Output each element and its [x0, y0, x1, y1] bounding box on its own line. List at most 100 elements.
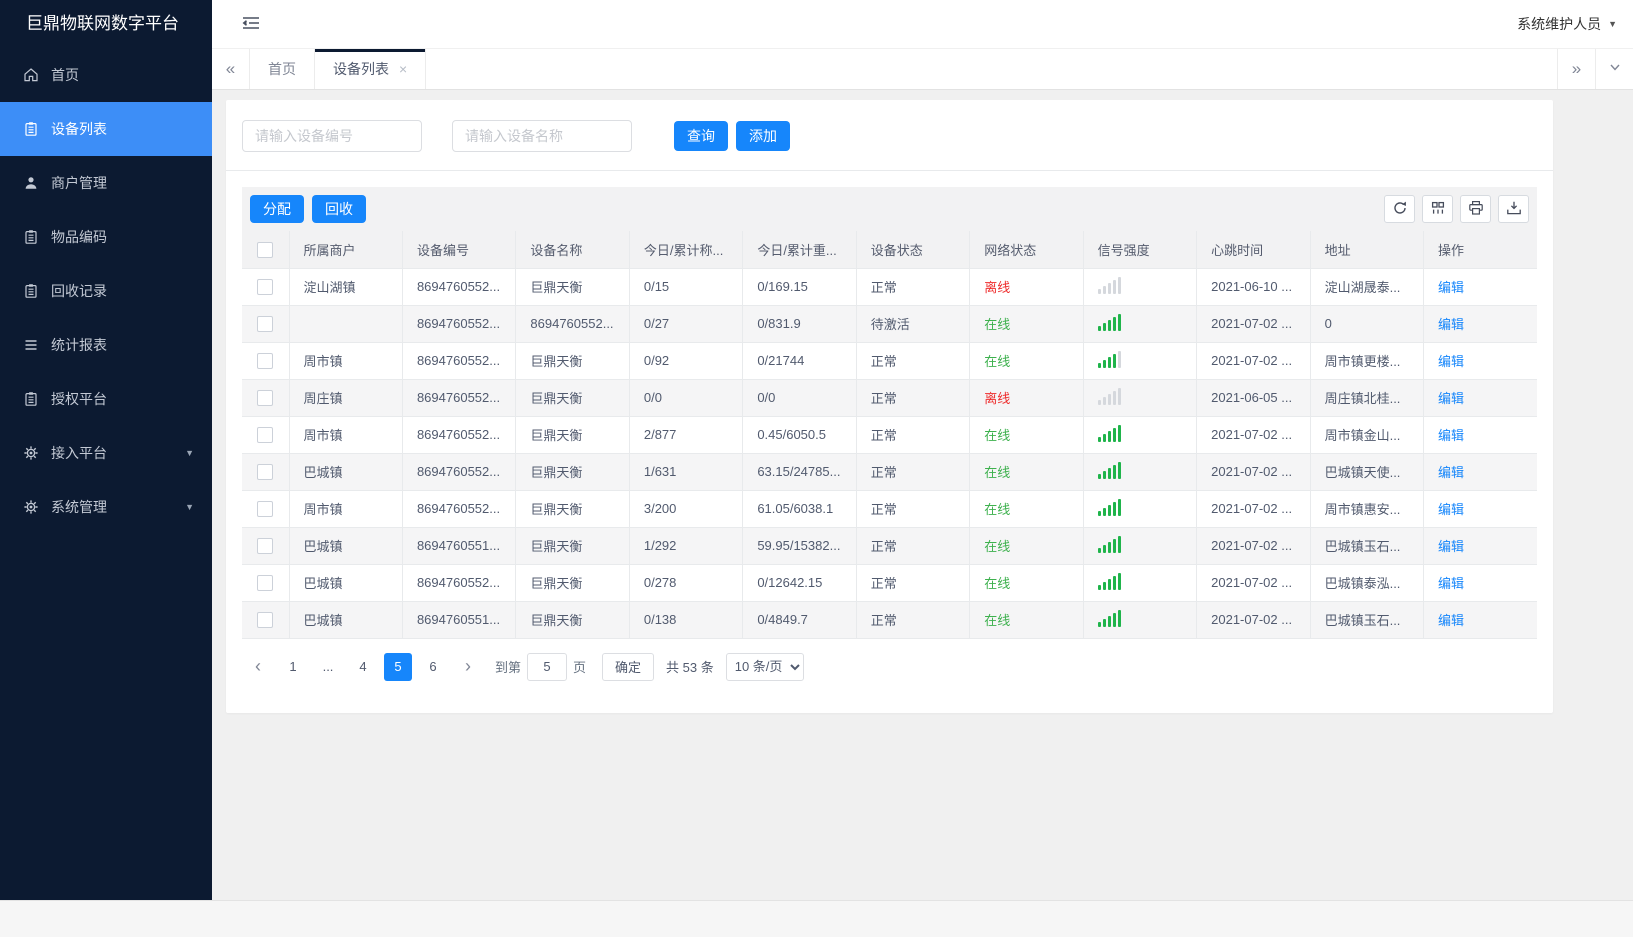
scroll-tabs-right-button[interactable]: » — [1557, 49, 1595, 89]
tab-首页[interactable]: 首页 — [250, 49, 315, 89]
page-ellipsis[interactable]: ... — [314, 653, 342, 681]
device-number-cell: 8694760552... — [402, 416, 517, 454]
horizontal-scrollbar-track[interactable] — [0, 900, 1633, 937]
device-number-cell: 8694760552... — [402, 453, 517, 491]
edit-link[interactable]: 编辑 — [1438, 502, 1464, 517]
edit-link[interactable]: 编辑 — [1438, 465, 1464, 480]
signal-strength-cell — [1083, 601, 1198, 639]
sidebar-item-merchant-management[interactable]: 商户管理 — [0, 156, 212, 210]
column-header: 设备状态 — [856, 231, 971, 269]
edit-link[interactable]: 编辑 — [1438, 613, 1464, 628]
column-settings-button[interactable] — [1422, 195, 1453, 223]
row-checkbox[interactable] — [257, 315, 274, 332]
edit-link[interactable]: 编辑 — [1438, 317, 1464, 332]
column-header: 网络状态 — [969, 231, 1084, 269]
scroll-tabs-left-button[interactable]: « — [212, 49, 250, 89]
table-toolbar: 分配 回收 — [242, 187, 1537, 231]
sidebar-item-authorization-platform[interactable]: 授权平台 — [0, 372, 212, 426]
device-number-cell: 8694760552... — [402, 305, 517, 343]
recycle-button[interactable]: 回收 — [312, 195, 366, 223]
tab-设备列表[interactable]: 设备列表 × — [315, 49, 427, 89]
action-cell: 编辑 — [1423, 601, 1537, 639]
page-button-4[interactable]: 4 — [349, 653, 377, 681]
action-cell: 编辑 — [1423, 490, 1537, 528]
row-checkbox[interactable] — [257, 278, 274, 295]
export-button[interactable] — [1498, 195, 1529, 223]
today-total-count-cell: 0/278 — [629, 564, 744, 602]
row-checkbox[interactable] — [257, 500, 274, 517]
refresh-icon — [1392, 200, 1408, 219]
double-chevron-left-icon: « — [225, 59, 236, 78]
merchant-cell: 周市镇 — [289, 416, 403, 454]
action-cell: 编辑 — [1423, 305, 1537, 343]
next-page-button[interactable]: › — [454, 653, 482, 681]
confirm-goto-button[interactable]: 确定 — [602, 652, 655, 681]
device-name-cell: 巨鼎天衡 — [515, 416, 630, 454]
edit-link[interactable]: 编辑 — [1438, 354, 1464, 369]
device-name-cell: 巨鼎天衡 — [515, 601, 630, 639]
tab-options-button[interactable] — [1595, 49, 1633, 89]
action-cell: 编辑 — [1423, 564, 1537, 602]
row-checkbox[interactable] — [257, 352, 274, 369]
pagination: ‹ 1...456 › 到第 页 确定 共 53 条 10 条/页 — [242, 639, 1537, 697]
today-total-weight-cell: 0/21744 — [742, 342, 857, 380]
today-total-count-cell: 0/0 — [629, 379, 744, 417]
row-checkbox[interactable] — [257, 389, 274, 406]
page-size-select[interactable]: 10 条/页 — [725, 652, 804, 681]
row-checkbox[interactable] — [257, 537, 274, 554]
edit-link[interactable]: 编辑 — [1438, 576, 1464, 591]
tab-label: 设备列表 — [333, 61, 389, 77]
print-button[interactable] — [1460, 195, 1491, 223]
gear-icon — [23, 499, 39, 515]
add-button[interactable]: 添加 — [736, 121, 790, 151]
columns-icon — [1430, 200, 1446, 219]
refresh-button[interactable] — [1384, 195, 1415, 223]
signal-strength-indicator — [1097, 276, 1121, 294]
edit-link[interactable]: 编辑 — [1438, 428, 1464, 443]
sidebar-item-item-code[interactable]: 物品编码 — [0, 210, 212, 264]
collapse-sidebar-button[interactable] — [242, 15, 260, 34]
page-button-6[interactable]: 6 — [419, 653, 447, 681]
page-button-1[interactable]: 1 — [279, 653, 307, 681]
sidebar-item-device-list[interactable]: 设备列表 — [0, 102, 212, 156]
signal-strength-cell — [1083, 379, 1198, 417]
merchant-cell — [289, 305, 403, 343]
device-name-input[interactable] — [452, 120, 632, 152]
address-cell: 周市镇惠安... — [1310, 490, 1425, 528]
sidebar-item-home[interactable]: 首页 — [0, 48, 212, 102]
user-menu[interactable]: 系统维护人员 ▼ — [1517, 14, 1617, 34]
heartbeat-time-cell: 2021-07-02 ... — [1196, 527, 1311, 565]
close-icon[interactable]: × — [399, 62, 407, 76]
page-button-5[interactable]: 5 — [384, 652, 412, 681]
signal-strength-indicator — [1097, 313, 1121, 331]
row-checkbox[interactable] — [257, 574, 274, 591]
list-icon — [23, 337, 39, 353]
printer-icon — [1468, 200, 1484, 219]
row-select-cell — [242, 342, 290, 380]
goto-page-input[interactable] — [527, 652, 568, 681]
sidebar-item-statistics-report[interactable]: 统计报表 — [0, 318, 212, 372]
assign-button[interactable]: 分配 — [250, 195, 304, 223]
sidebar-item-system-management[interactable]: 系统管理 ▼ — [0, 480, 212, 534]
prev-page-button[interactable]: ‹ — [244, 653, 272, 681]
row-select-cell — [242, 453, 290, 491]
device-table: 所属商户 设备编号 设备名称 今日/累计称... 今日/累计重... 设备状态 网络状态 信号… — [242, 231, 1537, 639]
query-button[interactable]: 查询 — [674, 121, 728, 151]
edit-link[interactable]: 编辑 — [1438, 280, 1464, 295]
row-checkbox[interactable] — [257, 426, 274, 443]
device-number-input[interactable] — [242, 120, 422, 152]
clipboard-icon — [23, 391, 39, 407]
row-checkbox[interactable] — [257, 463, 274, 480]
edit-link[interactable]: 编辑 — [1438, 391, 1464, 406]
column-header: 信号强度 — [1083, 231, 1198, 269]
merchant-cell: 巴城镇 — [289, 601, 403, 639]
sidebar-item-access-platform[interactable]: 接入平台 ▼ — [0, 426, 212, 480]
row-checkbox[interactable] — [257, 611, 274, 628]
user-icon — [23, 175, 39, 191]
edit-link[interactable]: 编辑 — [1438, 539, 1464, 554]
table-row: 巴城镇 8694760552... 巨鼎天衡 0/278 0/12642.15 正常 在线 2… — [242, 564, 1537, 602]
sidebar-item-recycle-records[interactable]: 回收记录 — [0, 264, 212, 318]
select-all-checkbox[interactable] — [257, 241, 274, 258]
heartbeat-time-cell: 2021-07-02 ... — [1196, 453, 1311, 491]
signal-strength-indicator — [1097, 350, 1121, 368]
